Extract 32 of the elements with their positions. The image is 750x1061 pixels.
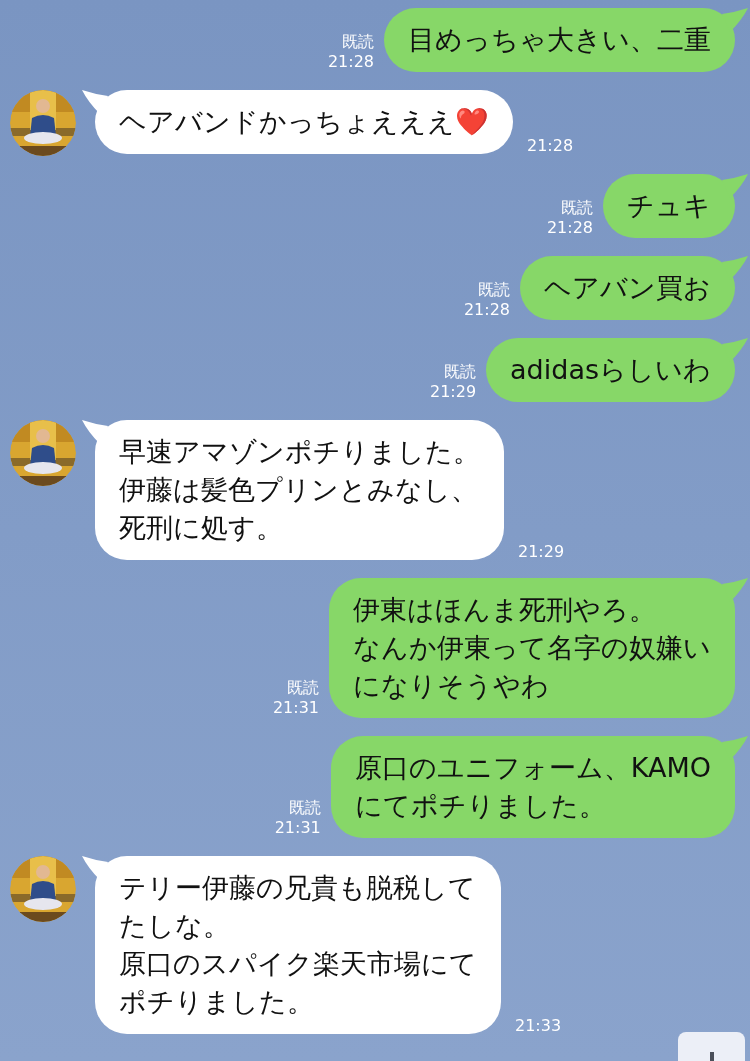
read-receipt: 既読: [444, 362, 477, 382]
message-text: なんか伊東って名字の奴嫌い: [353, 631, 711, 665]
message-text: にてポチりました。: [354, 789, 607, 823]
message-text: 目めっちゃ大きい、二重: [408, 23, 711, 57]
message-time: 21:31: [272, 698, 319, 718]
message-text: 死刑に処す。: [119, 511, 284, 545]
message-text: テリー伊藤の兄貴も脱税して: [119, 871, 477, 905]
message-time: 21:28: [327, 52, 374, 72]
message-text: 原口のユニフォーム、KAMO: [354, 751, 711, 785]
message-time: 21:28: [527, 136, 574, 156]
message-text: になりそうやわ: [353, 669, 550, 703]
message-text: ヘアバンドかっちょえええ❤: [119, 105, 489, 139]
message-text: adidasらしいわ: [510, 353, 711, 387]
message-time: 21:28: [463, 300, 510, 320]
read-receipt: 既読: [478, 280, 510, 300]
message-time: 21:29: [518, 542, 565, 562]
message-text: ポチりました。: [119, 985, 315, 1019]
message-time: 21:29: [429, 382, 477, 402]
message-text: ヘアバン買お: [544, 271, 711, 305]
message-text: たしな。: [119, 909, 231, 943]
read-receipt: 既読: [342, 32, 374, 52]
read-receipt: 既読: [288, 798, 321, 818]
message-text: 原口のスパイク楽天市場にて: [119, 947, 477, 981]
read-receipt: 既読: [287, 678, 319, 698]
message-text: 伊東はほんま死刑やろ。: [353, 593, 657, 627]
message-text: 早速アマゾンポチりました。: [119, 435, 480, 469]
message-text: 伊藤は髪色プリンとみなし、: [119, 473, 479, 507]
message-text: チュキ: [627, 189, 711, 223]
message-time: 21:33: [515, 1016, 562, 1036]
read-receipt: 既読: [561, 198, 593, 218]
message-time: 21:28: [546, 218, 593, 238]
message-time: 21:31: [274, 818, 321, 838]
